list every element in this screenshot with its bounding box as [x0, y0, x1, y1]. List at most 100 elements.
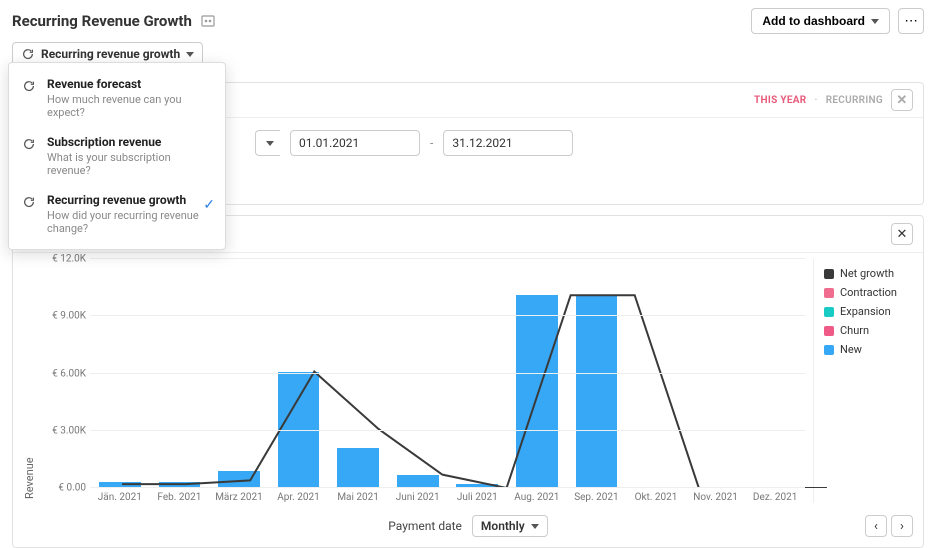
add-to-dashboard-label: Add to dashboard: [762, 14, 865, 28]
chevron-down-icon: [531, 524, 539, 529]
chevron-down-icon: [186, 52, 194, 57]
check-icon: ✓: [203, 197, 215, 213]
bar-column: [686, 259, 746, 488]
interval-select-label: Monthly: [481, 519, 525, 533]
metric-option-revenue-forecast[interactable]: Revenue forecast How much revenue can yo…: [9, 69, 225, 127]
bar-column: [567, 259, 627, 488]
bar-column: [150, 259, 210, 488]
share-icon: [200, 13, 216, 29]
metric-option-label: Revenue forecast: [47, 77, 213, 91]
x-tick-label: Jän. 2021: [90, 492, 150, 503]
metric-option-label: Recurring revenue growth: [47, 193, 213, 207]
date-to-input[interactable]: 31.12.2021: [443, 130, 573, 156]
legend-item[interactable]: Net growth: [824, 267, 913, 280]
legend-label: New: [840, 343, 862, 356]
legend-label: Expansion: [840, 305, 891, 318]
legend-swatch: [824, 307, 834, 317]
filter-chip-recurring[interactable]: RECURRING: [826, 95, 883, 106]
legend-label: Net growth: [840, 267, 894, 280]
date-separator: -: [430, 136, 433, 150]
pager-next-button[interactable]: ›: [891, 515, 913, 537]
chart-legend: Net growth Contraction Expansion Churn New: [813, 259, 923, 503]
x-tick-label: Juni 2021: [388, 492, 448, 503]
metric-option-desc: What is your subscription revenue?: [47, 151, 213, 177]
bar-column: [626, 259, 686, 488]
x-tick-label: Dez. 2021: [745, 492, 805, 503]
filter-close-button[interactable]: ✕: [891, 89, 913, 111]
refresh-icon: [21, 137, 37, 151]
gridline: [90, 430, 805, 431]
legend-item[interactable]: Churn: [824, 324, 913, 337]
metric-option-subscription-revenue[interactable]: Subscription revenue What is your subscr…: [9, 127, 225, 185]
legend-item[interactable]: Expansion: [824, 305, 913, 318]
x-tick-label: Okt. 2021: [626, 492, 686, 503]
refresh-icon: [21, 195, 37, 209]
gridline: [90, 258, 805, 259]
y-tick-label: € 6.00K: [40, 368, 86, 379]
gridline: [90, 373, 805, 374]
pager-prev-button[interactable]: ‹: [865, 515, 887, 537]
metric-option-label: Subscription revenue: [47, 135, 213, 149]
chevron-down-icon: [871, 19, 879, 24]
y-tick-label: € 12.0K: [40, 254, 86, 265]
more-button[interactable]: ⋯: [898, 8, 924, 34]
legend-label: Churn: [840, 324, 869, 337]
bar-column: [209, 259, 269, 488]
y-axis-label: Revenue: [19, 259, 40, 503]
metric-option-recurring-revenue-growth[interactable]: Recurring revenue growth How did your re…: [9, 185, 225, 243]
date-to-value: 31.12.2021: [452, 136, 512, 150]
legend-item[interactable]: Contraction: [824, 286, 913, 299]
gridline: [90, 315, 805, 316]
x-tick-label: Apr. 2021: [269, 492, 329, 503]
x-tick-label: Sep. 2021: [567, 492, 627, 503]
x-tick-label: Aug. 2021: [507, 492, 567, 503]
y-tick-label: € 9.00K: [40, 311, 86, 322]
x-tick-label: Mai 2021: [328, 492, 388, 503]
legend-swatch: [824, 269, 834, 279]
metric-option-desc: How much revenue can you expect?: [47, 93, 213, 119]
bar-column: [507, 259, 567, 488]
chevron-down-icon: [266, 141, 274, 146]
period-select[interactable]: [255, 130, 280, 156]
filter-chip-this-year[interactable]: THIS YEAR: [754, 95, 806, 106]
refresh-icon: [21, 79, 37, 93]
x-tick-label: Feb. 2021: [150, 492, 210, 503]
bar[interactable]: [576, 295, 618, 488]
x-tick-label: März 2021: [209, 492, 269, 503]
legend-item[interactable]: New: [824, 343, 913, 356]
legend-swatch: [824, 345, 834, 355]
chart-plot-area: € 0.00€ 3.00K€ 6.00K€ 9.00K€ 12.0K: [40, 259, 809, 488]
bar[interactable]: [397, 475, 439, 488]
legend-swatch: [824, 326, 834, 336]
more-icon: ⋯: [904, 13, 917, 29]
interval-select[interactable]: Monthly: [472, 515, 548, 537]
date-from-input[interactable]: 01.01.2021: [290, 130, 420, 156]
legend-swatch: [824, 288, 834, 298]
page-title: Recurring Revenue Growth: [12, 12, 192, 30]
bar-column: [745, 259, 805, 488]
add-to-dashboard-button[interactable]: Add to dashboard: [751, 8, 890, 34]
bar-column: [447, 259, 507, 488]
metric-option-desc: How did your recurring revenue change?: [47, 209, 213, 235]
bar[interactable]: [218, 471, 260, 488]
x-tick-label: Juli 2021: [447, 492, 507, 503]
bar-column: [90, 259, 150, 488]
y-tick-label: € 0.00: [40, 483, 86, 494]
dot-separator: ·: [814, 95, 817, 106]
bar[interactable]: [337, 448, 379, 488]
chart-close-button[interactable]: ✕: [891, 223, 913, 245]
bar-column: [328, 259, 388, 488]
metric-select-label: Recurring revenue growth: [41, 47, 180, 61]
metric-dropdown: Revenue forecast How much revenue can yo…: [8, 62, 226, 250]
bar[interactable]: [516, 295, 558, 488]
x-axis-label: Payment date: [388, 519, 462, 533]
date-from-value: 01.01.2021: [299, 136, 359, 150]
legend-label: Contraction: [840, 286, 897, 299]
bar-column: [388, 259, 448, 488]
bar-column: [269, 259, 329, 488]
y-tick-label: € 3.00K: [40, 425, 86, 436]
gridline: [90, 487, 805, 488]
x-tick-label: Nov. 2021: [686, 492, 746, 503]
chart-panel: ✕ Revenue € 0.00 € 3.00K € 6.00K € 9.00K € 1…: [12, 215, 924, 548]
refresh-icon: [21, 47, 35, 61]
